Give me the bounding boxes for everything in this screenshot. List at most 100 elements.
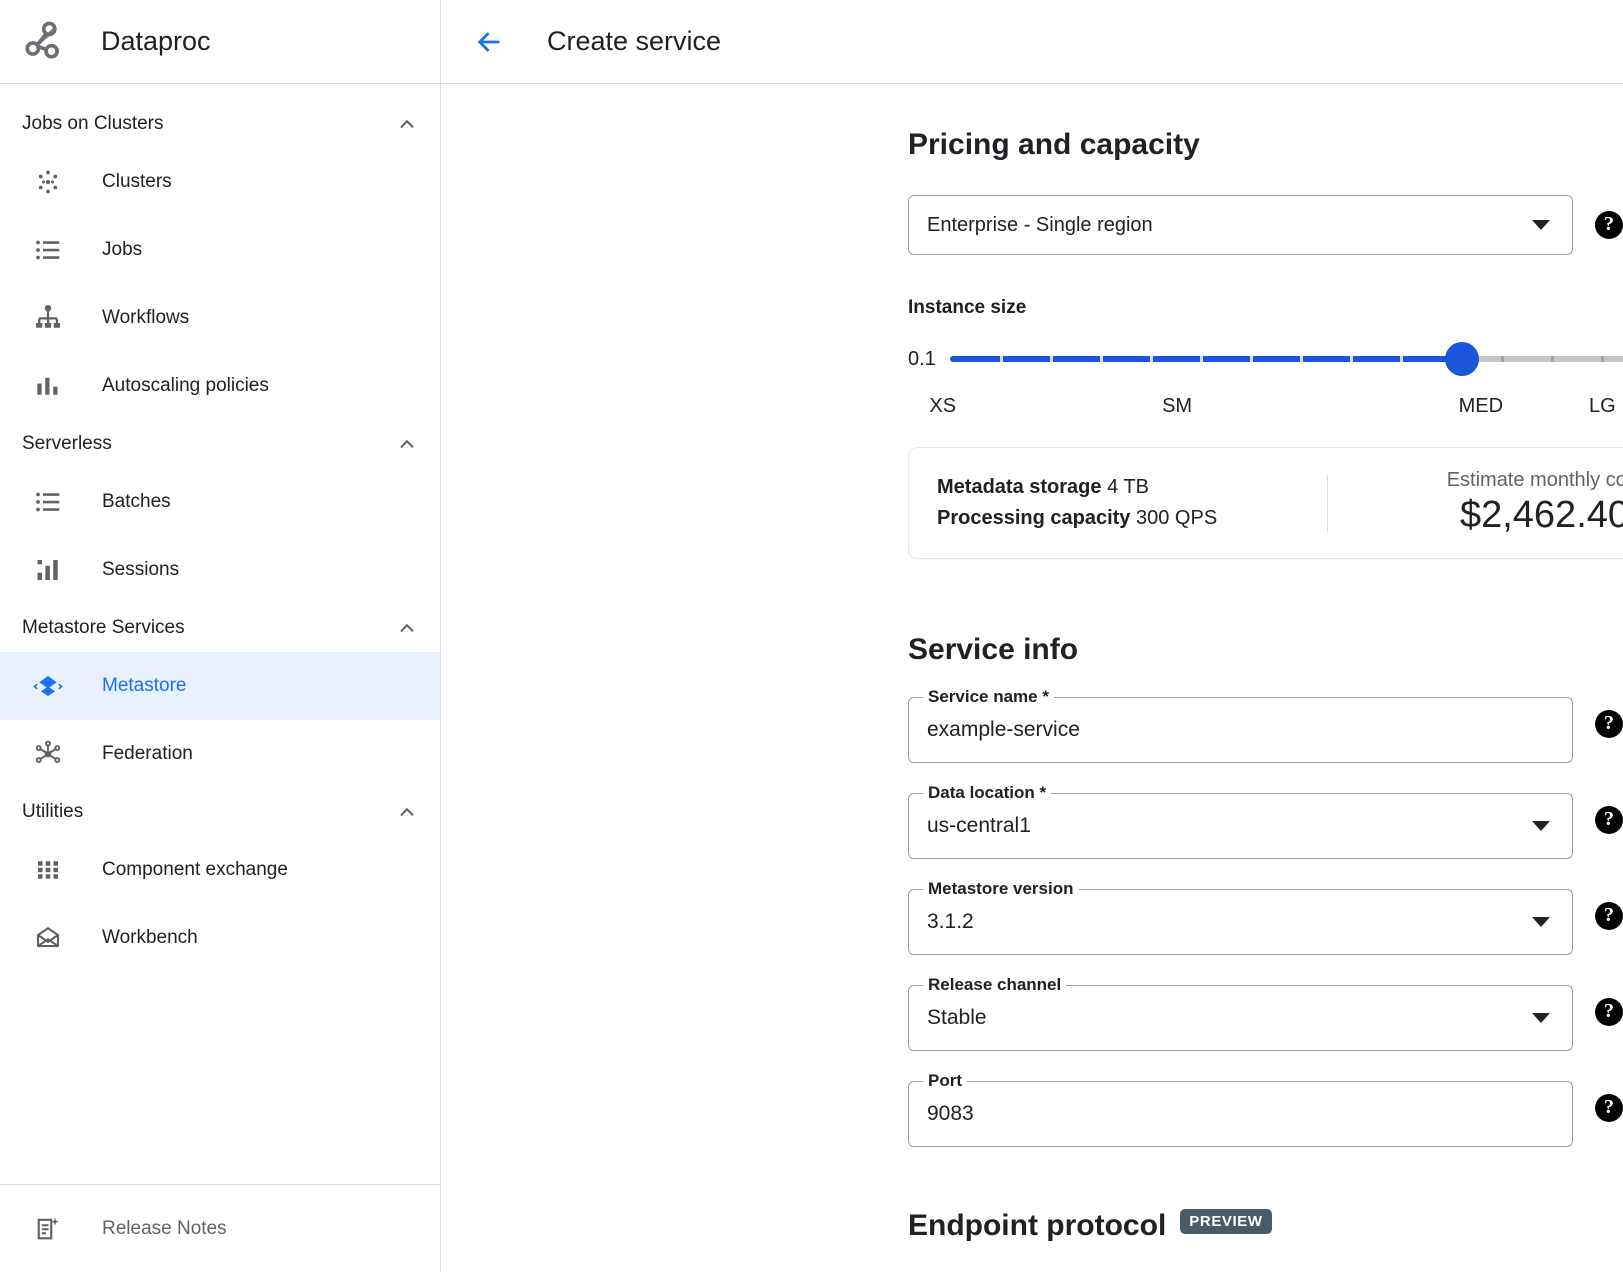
port-value: 9083 — [927, 1102, 1554, 1126]
clusters-icon — [26, 164, 70, 200]
data-location-row: Data location * us-central1 ? — [908, 781, 1623, 859]
sessions-bars-icon — [26, 552, 70, 588]
endpoint-protocol-title: Endpoint protocol — [908, 1209, 1166, 1242]
chevron-down-icon[interactable] — [1532, 821, 1550, 831]
help-circle-icon[interactable]: ? — [1595, 998, 1623, 1026]
release-channel-value: Stable — [927, 1006, 1532, 1030]
slider-track-fill — [950, 356, 1463, 362]
workbench-icon — [26, 920, 70, 956]
sidebar-group-label: Jobs on Clusters — [22, 113, 164, 135]
processing-capacity-label: Processing capacity — [937, 507, 1130, 529]
port-field[interactable]: Port 9083 — [908, 1081, 1573, 1147]
pricing-tier-value: Enterprise - Single region — [927, 214, 1532, 237]
service-name-field[interactable]: Service name * example-service — [908, 697, 1573, 763]
sidebar-item-jobs[interactable]: Jobs — [0, 216, 440, 284]
workflow-tree-icon — [26, 300, 70, 336]
page-title: Create service — [547, 26, 721, 57]
help-circle-icon[interactable]: ? — [1595, 1094, 1623, 1122]
sidebar-item-label: Batches — [102, 491, 171, 513]
dataproc-logo-icon — [22, 17, 72, 67]
sidebar-item-batches[interactable]: Batches — [0, 468, 440, 536]
tier-select-row: Enterprise - Single region ? — [908, 195, 1623, 255]
slider-tick-label: SM — [1162, 395, 1192, 418]
sidebar-item-sessions[interactable]: Sessions — [0, 536, 440, 604]
sidebar-item-clusters[interactable]: Clusters — [0, 148, 440, 216]
sidebar-group-serverless[interactable]: Serverless — [0, 420, 440, 468]
slider-tick — [1350, 356, 1353, 362]
processing-capacity-line: Processing capacity 300 QPS — [937, 503, 1327, 534]
list-icon — [26, 232, 70, 268]
instance-size-label: Instance size — [908, 297, 1623, 319]
help-circle-icon[interactable]: ? — [1595, 710, 1623, 738]
sidebar-group-utilities[interactable]: Utilities — [0, 788, 440, 836]
instance-size-slider[interactable]: 0.1 6 — [908, 339, 1623, 379]
pricing-heading: Pricing and capacity — [908, 128, 1623, 162]
sidebar-item-label: Workbench — [102, 927, 198, 949]
sidebar-item-label: Jobs — [102, 239, 142, 261]
data-location-select[interactable]: Data location * us-central1 — [908, 793, 1573, 859]
slider-min-label: 0.1 — [908, 348, 936, 371]
sidebar-item-workbench[interactable]: Workbench — [0, 904, 440, 972]
form-body: Pricing and capacity Enterprise - Single… — [441, 128, 1623, 1243]
release-channel-row: Release channel Stable ? — [908, 973, 1623, 1051]
layers-diamond-icon — [26, 668, 70, 704]
chevron-up-icon[interactable] — [396, 617, 418, 639]
metadata-storage-value: 4 TB — [1107, 476, 1149, 498]
sidebar-nav: Jobs on Clusters Clusters — [0, 84, 440, 1184]
help-circle-icon[interactable]: ? — [1595, 902, 1623, 930]
estimate-cost: Estimate monthly cost $2,462.40 — [1328, 469, 1623, 537]
metastore-version-row: Metastore version 3.1.2 ? — [908, 877, 1623, 955]
slider-tick-label: LG — [1589, 395, 1616, 418]
slider-tick — [1250, 356, 1253, 362]
service-name-row: Service name * example-service ? — [908, 685, 1623, 763]
release-channel-select[interactable]: Release channel Stable — [908, 985, 1573, 1051]
sidebar-group-metastore-services[interactable]: Metastore Services — [0, 604, 440, 652]
sidebar-item-autoscaling-policies[interactable]: Autoscaling policies — [0, 352, 440, 420]
grid-apps-icon — [26, 852, 70, 888]
chevron-down-icon[interactable] — [1532, 917, 1550, 927]
slider-tick-label: MED — [1459, 395, 1503, 418]
chevron-up-icon[interactable] — [396, 433, 418, 455]
list-icon — [26, 484, 70, 520]
main-content: Create service Pricing and capacity Ente… — [441, 0, 1623, 1272]
chevron-up-icon[interactable] — [396, 801, 418, 823]
sidebar-item-workflows[interactable]: Workflows — [0, 284, 440, 352]
metadata-storage-line: Metadata storage 4 TB — [937, 472, 1327, 503]
pricing-tier-select[interactable]: Enterprise - Single region — [908, 195, 1573, 255]
metadata-storage-label: Metadata storage — [937, 476, 1102, 498]
slider-tick — [1100, 356, 1103, 362]
slider-tick — [1400, 356, 1403, 362]
slider-tick — [1000, 356, 1003, 362]
sidebar-item-release-notes[interactable]: Release Notes — [0, 1184, 440, 1272]
sidebar-group-label: Utilities — [22, 801, 83, 823]
service-name-label: Service name * — [923, 687, 1054, 707]
metastore-version-select[interactable]: Metastore version 3.1.2 — [908, 889, 1573, 955]
endpoint-protocol-heading: Endpoint protocol PREVIEW — [908, 1209, 1623, 1243]
chevron-down-icon[interactable] — [1532, 220, 1550, 230]
sidebar-item-label: Sessions — [102, 559, 179, 581]
help-circle-icon[interactable]: ? — [1595, 211, 1623, 239]
estimate-cost-amount: $2,462.40 — [1328, 494, 1623, 537]
chevron-down-icon[interactable] — [1532, 1013, 1550, 1023]
sidebar-group-jobs-on-clusters[interactable]: Jobs on Clusters — [0, 100, 440, 148]
slider-thumb[interactable] — [1445, 342, 1479, 376]
sidebar: Dataproc Jobs on Clusters — [0, 0, 441, 1272]
help-circle-icon[interactable]: ? — [1595, 806, 1623, 834]
slider-track[interactable] — [950, 339, 1623, 379]
product-title: Dataproc — [101, 26, 211, 57]
slider-tick — [1150, 356, 1153, 362]
preview-badge: PREVIEW — [1180, 1209, 1271, 1234]
arrow-left-icon[interactable] — [467, 20, 511, 64]
sidebar-item-federation[interactable]: Federation — [0, 720, 440, 788]
slider-tick-label: XS — [929, 395, 956, 418]
sidebar-item-metastore[interactable]: Metastore — [0, 652, 440, 720]
app-root: Dataproc Jobs on Clusters — [0, 0, 1623, 1272]
slider-tick — [1501, 356, 1504, 362]
chevron-up-icon[interactable] — [396, 113, 418, 135]
port-row: Port 9083 ? — [908, 1069, 1623, 1147]
sidebar-item-component-exchange[interactable]: Component exchange — [0, 836, 440, 904]
service-name-value: example-service — [927, 718, 1554, 742]
sidebar-item-label: Clusters — [102, 171, 172, 193]
data-location-value: us-central1 — [927, 814, 1532, 838]
federation-nodes-icon — [26, 736, 70, 772]
